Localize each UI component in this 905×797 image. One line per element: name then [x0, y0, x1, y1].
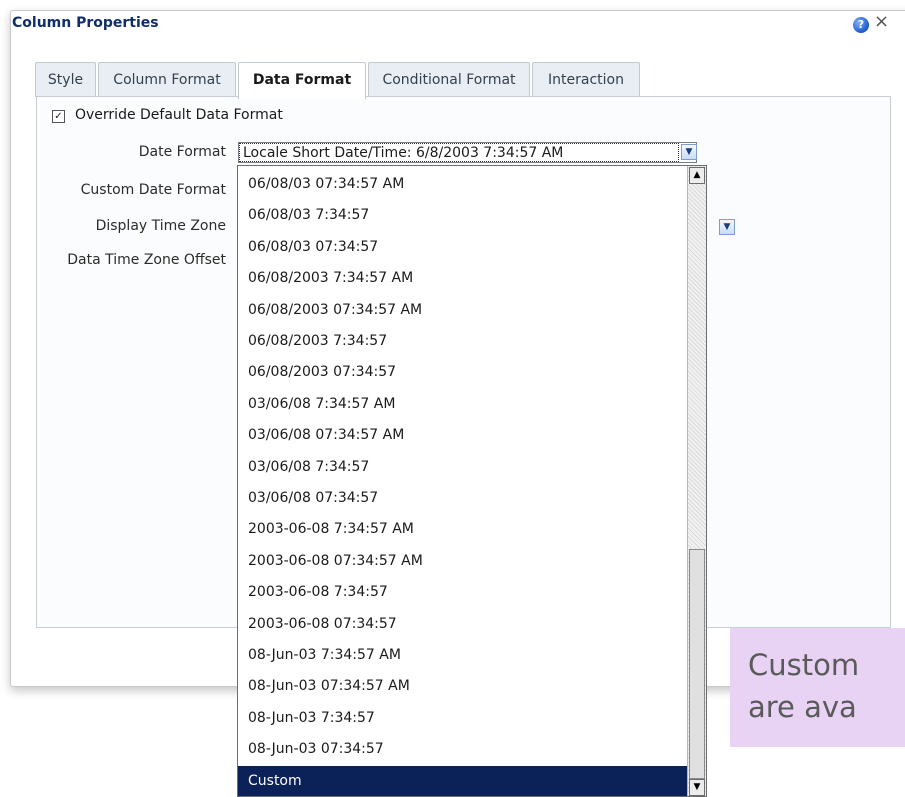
dropdown-option[interactable]: 06/08/2003 07:34:57	[238, 357, 688, 388]
dropdown-option[interactable]: 06/08/03 07:34:57	[238, 232, 688, 263]
date-format-select[interactable]: Locale Short Date/Time: 6/8/2003 7:34:57…	[238, 142, 697, 163]
scroll-thumb[interactable]	[689, 549, 705, 779]
dropdown-option[interactable]: 06/08/2003 7:34:57 AM	[238, 263, 688, 294]
dropdown-option[interactable]: 08-Jun-03 7:34:57	[238, 703, 688, 734]
dropdown-option[interactable]: 03/06/08 07:34:57	[238, 483, 688, 514]
tab-conditional-format[interactable]: Conditional Format	[368, 62, 530, 97]
tab-interaction[interactable]: Interaction	[532, 62, 640, 97]
dropdown-option[interactable]: 08-Jun-03 7:34:57 AM	[238, 640, 688, 671]
tab-style[interactable]: Style	[35, 62, 96, 97]
dialog-title: Column Properties	[12, 15, 159, 31]
date-format-value: Locale Short Date/Time: 6/8/2003 7:34:57…	[239, 143, 679, 162]
date-format-dropdown-icon[interactable]: ▼	[681, 144, 697, 160]
callout-overlay: Custom are ava	[730, 628, 905, 747]
data-time-zone-offset-label: Data Time Zone Offset	[67, 252, 226, 268]
dropdown-option[interactable]: 2003-06-08 7:34:57 AM	[238, 514, 688, 545]
callout-line-1: Custom	[748, 648, 860, 682]
dropdown-option[interactable]: 06/08/2003 7:34:57	[238, 326, 688, 357]
date-format-label: Date Format	[138, 144, 226, 160]
tab-column-format[interactable]: Column Format	[98, 62, 236, 97]
dropdown-option[interactable]: 08-Jun-03 07:34:57	[238, 734, 688, 765]
dropdown-option[interactable]: 03/06/08 7:34:57 AM	[238, 389, 688, 420]
override-checkbox[interactable]: ✓	[52, 110, 65, 123]
dropdown-option[interactable]: 2003-06-08 07:34:57	[238, 609, 688, 640]
dropdown-option[interactable]: 06/08/03 07:34:57 AM	[238, 169, 688, 200]
override-checkbox-label: Override Default Data Format	[75, 107, 283, 123]
dropdown-scrollbar[interactable]: ▲ ▼	[687, 166, 706, 796]
date-format-dropdown-list[interactable]: 06/08/03 07:34:57 AM 06/08/03 7:34:57 06/0…	[237, 165, 707, 797]
dropdown-option[interactable]: 06/08/2003 07:34:57 AM	[238, 295, 688, 326]
close-icon[interactable]: ×	[874, 11, 889, 32]
dropdown-option[interactable]: 03/06/08 07:34:57 AM	[238, 420, 688, 451]
dropdown-option[interactable]: 08-Jun-03 07:34:57 AM	[238, 671, 688, 702]
display-time-zone-label: Display Time Zone	[95, 218, 226, 234]
dropdown-option[interactable]: 03/06/08 7:34:57	[238, 452, 688, 483]
custom-date-format-label: Custom Date Format	[80, 182, 226, 198]
scroll-down-icon[interactable]: ▼	[689, 779, 705, 796]
dropdown-option[interactable]: Custom	[238, 765, 688, 796]
dropdown-option[interactable]: 2003-06-08 7:34:57	[238, 577, 688, 608]
help-icon[interactable]: ?	[853, 17, 869, 33]
dropdown-option[interactable]: 2003-06-08 07:34:57 AM	[238, 546, 688, 577]
scroll-up-icon[interactable]: ▲	[689, 167, 705, 184]
dropdown-option[interactable]: 06/08/03 7:34:57	[238, 200, 688, 231]
time-zone-dropdown-icon[interactable]: ▼	[719, 219, 735, 235]
callout-line-2: are ava	[748, 690, 857, 724]
tab-data-format[interactable]: Data Format	[238, 62, 366, 99]
